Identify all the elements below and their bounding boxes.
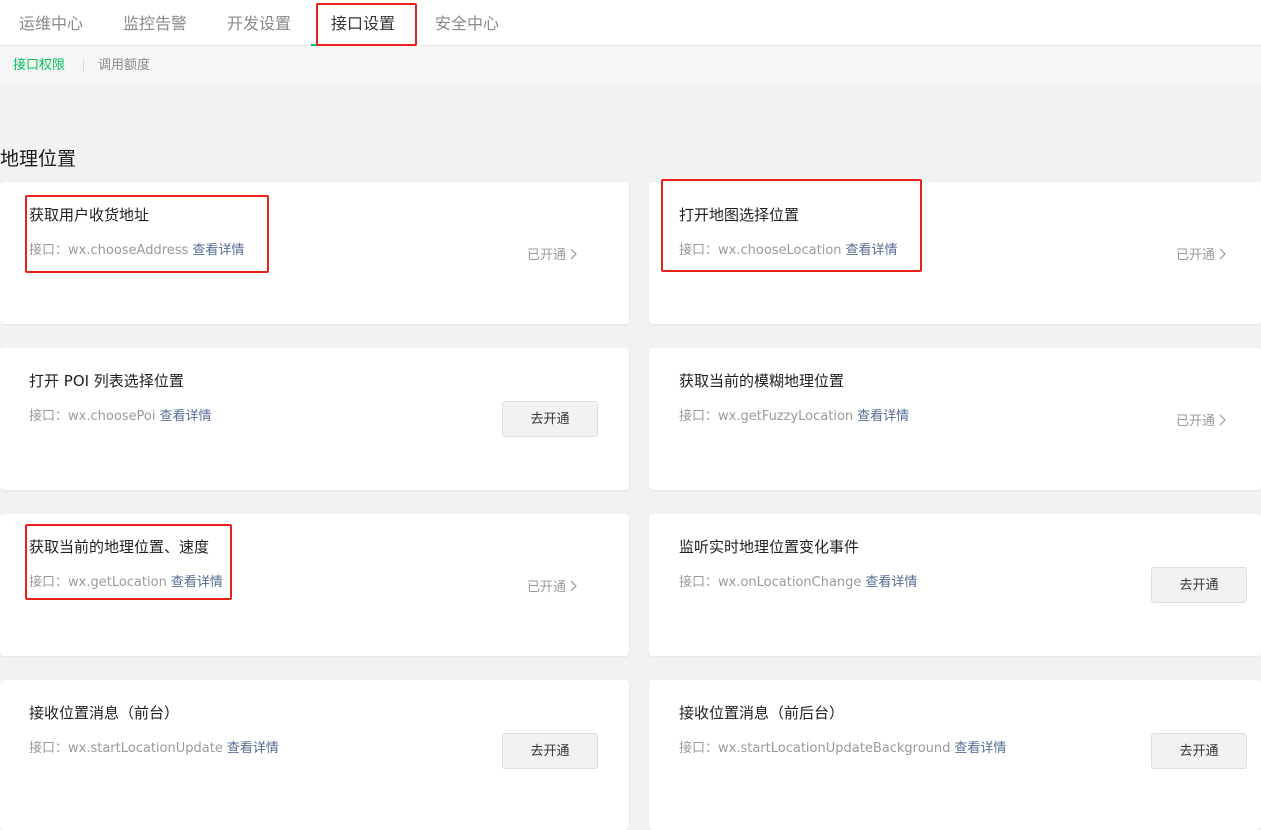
- sub-tab-bar: 接口权限 调用额度: [0, 46, 1261, 86]
- chevron-right-icon: [1219, 414, 1226, 425]
- api-card-get-location: 获取当前的地理位置、速度 接口：wx.getLocation 查看详情 已开通: [0, 514, 629, 656]
- view-details-link[interactable]: 查看详情: [192, 243, 244, 258]
- api-prefix: 接口：: [29, 409, 69, 424]
- enabled-status[interactable]: 已开通: [527, 576, 577, 595]
- enabled-status[interactable]: 已开通: [527, 244, 577, 263]
- enabled-status-label: 已开通: [1175, 414, 1215, 429]
- view-details-link[interactable]: 查看详情: [846, 243, 898, 258]
- api-card-start-location-update-background: 接收位置消息（前后台） 接口：wx.startLocationUpdateBac…: [649, 680, 1261, 830]
- enabled-status-label: 已开通: [526, 580, 566, 595]
- api-name: wx.startLocationUpdateBackground: [718, 741, 951, 756]
- enable-button[interactable]: 去开通: [1151, 567, 1247, 603]
- subtab-call-quota[interactable]: 调用额度: [98, 46, 150, 86]
- api-card-choose-poi: 打开 POI 列表选择位置 接口：wx.choosePoi 查看详情 去开通: [0, 348, 629, 490]
- enabled-status-label: 已开通: [1175, 248, 1215, 263]
- api-card-get-fuzzy-location: 获取当前的模糊地理位置 接口：wx.getFuzzyLocation 查看详情 已…: [649, 348, 1261, 490]
- enabled-status[interactable]: 已开通: [1176, 410, 1226, 429]
- card-api-line: 接口：wx.getFuzzyLocation 查看详情: [679, 405, 909, 424]
- card-title: 接收位置消息（前后台）: [679, 704, 845, 722]
- api-prefix: 接口：: [679, 575, 719, 590]
- card-api-line: 接口：wx.onLocationChange 查看详情: [679, 571, 917, 590]
- api-card-on-location-change: 监听实时地理位置变化事件 接口：wx.onLocationChange 查看详情 …: [649, 514, 1261, 656]
- chevron-right-icon: [570, 248, 577, 259]
- enable-button[interactable]: 去开通: [1151, 733, 1247, 769]
- api-name: wx.getFuzzyLocation: [718, 409, 854, 424]
- api-prefix: 接口：: [679, 409, 719, 424]
- api-name: wx.onLocationChange: [718, 575, 862, 590]
- api-prefix: 接口：: [679, 243, 719, 258]
- chevron-right-icon: [1219, 248, 1226, 259]
- card-title: 获取当前的地理位置、速度: [29, 538, 210, 556]
- api-name: wx.startLocationUpdate: [68, 741, 223, 756]
- top-tab-bar: 运维中心 监控告警 开发设置 接口设置 安全中心: [0, 0, 1261, 46]
- card-api-line: 接口：wx.startLocationUpdate 查看详情: [29, 737, 279, 756]
- tab-dev-settings[interactable]: 开发设置: [227, 0, 291, 46]
- card-title: 监听实时地理位置变化事件: [679, 538, 860, 556]
- api-prefix: 接口：: [29, 243, 69, 258]
- card-title: 打开地图选择位置: [679, 206, 800, 224]
- card-api-line: 接口：wx.choosePoi 查看详情: [29, 405, 212, 424]
- api-name: wx.chooseAddress: [68, 243, 189, 258]
- api-prefix: 接口：: [679, 741, 719, 756]
- api-name: wx.chooseLocation: [718, 243, 842, 258]
- api-prefix: 接口：: [29, 575, 69, 590]
- tab-ops-center[interactable]: 运维中心: [19, 0, 83, 46]
- card-title: 获取用户收货地址: [29, 206, 150, 224]
- tab-api-settings[interactable]: 接口设置: [331, 0, 395, 46]
- card-api-line: 接口：wx.getLocation 查看详情: [29, 571, 223, 590]
- enable-button[interactable]: 去开通: [502, 401, 598, 437]
- chevron-right-icon: [570, 580, 577, 591]
- view-details-link[interactable]: 查看详情: [171, 575, 223, 590]
- api-prefix: 接口：: [29, 741, 69, 756]
- view-details-link[interactable]: 查看详情: [227, 741, 279, 756]
- api-name: wx.choosePoi: [68, 409, 156, 424]
- api-card-choose-location: 打开地图选择位置 接口：wx.chooseLocation 查看详情 已开通: [649, 182, 1261, 324]
- subtab-api-permissions[interactable]: 接口权限: [13, 46, 65, 86]
- tab-security-center[interactable]: 安全中心: [435, 0, 499, 46]
- card-title: 接收位置消息（前台）: [29, 704, 180, 722]
- card-api-line: 接口：wx.startLocationUpdateBackground 查看详情: [679, 737, 1006, 756]
- view-details-link[interactable]: 查看详情: [865, 575, 917, 590]
- card-title: 获取当前的模糊地理位置: [679, 372, 845, 390]
- card-api-line: 接口：wx.chooseAddress 查看详情: [29, 239, 244, 258]
- enable-button[interactable]: 去开通: [502, 733, 598, 769]
- enabled-status-label: 已开通: [526, 248, 566, 263]
- card-title: 打开 POI 列表选择位置: [29, 372, 184, 390]
- api-card-choose-address: 获取用户收货地址 接口：wx.chooseAddress 查看详情 已开通: [0, 182, 629, 324]
- subtab-divider: [83, 59, 84, 73]
- view-details-link[interactable]: 查看详情: [159, 409, 211, 424]
- view-details-link[interactable]: 查看详情: [954, 741, 1006, 756]
- view-details-link[interactable]: 查看详情: [857, 409, 909, 424]
- api-name: wx.getLocation: [68, 575, 167, 590]
- card-api-line: 接口：wx.chooseLocation 查看详情: [679, 239, 898, 258]
- enabled-status[interactable]: 已开通: [1176, 244, 1226, 263]
- tab-monitoring-alerts[interactable]: 监控告警: [123, 0, 187, 46]
- section-title: 地理位置: [0, 148, 77, 170]
- api-card-start-location-update: 接收位置消息（前台） 接口：wx.startLocationUpdate 查看详情…: [0, 680, 629, 830]
